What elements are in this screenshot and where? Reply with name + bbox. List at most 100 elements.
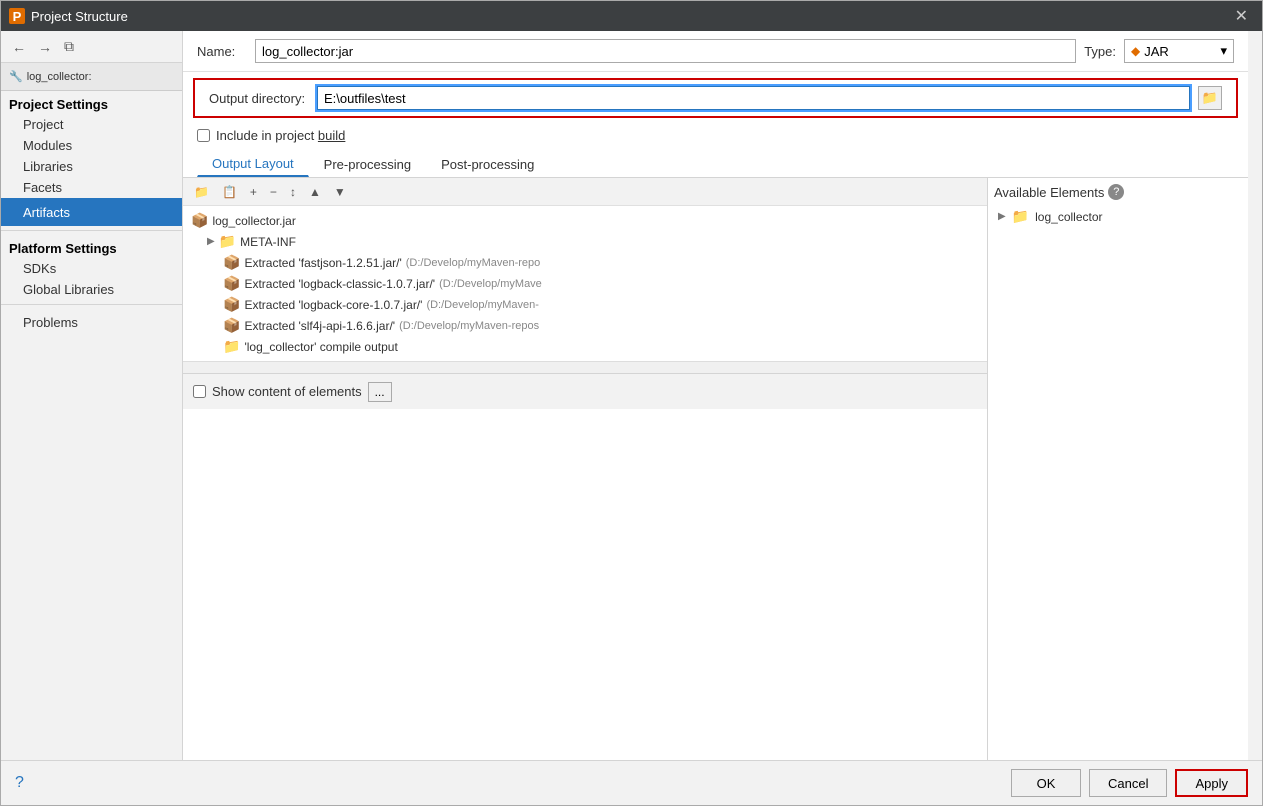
tree-item-root[interactable]: 📦 log_collector.jar — [183, 210, 987, 231]
avail-log-collector-label: log_collector — [1035, 210, 1102, 224]
type-dropdown[interactable]: ◆ JAR ▾ — [1124, 39, 1234, 63]
sidebar-item-project[interactable]: Project — [1, 114, 182, 135]
sidebar-project-tab[interactable]: 🔧 log_collector: — [1, 63, 182, 91]
nav-copy-button[interactable]: ⧉ — [59, 36, 79, 57]
available-elements-panel: Available Elements ? ▶ 📁 log_collector — [988, 178, 1248, 760]
sidebar-item-global-libraries[interactable]: Global Libraries — [1, 279, 182, 300]
artifact-name-row: Name: Type: ◆ JAR ▾ — [183, 31, 1248, 72]
slf4j-label: Extracted 'slf4j-api-1.6.6.jar/' — [244, 319, 395, 333]
jar-file-icon: 📦 — [191, 212, 208, 229]
app-icon: P — [9, 8, 25, 24]
chevron-down-icon: ▾ — [1220, 43, 1227, 59]
tree-items: 📦 log_collector.jar ▶ 📁 META-INF 📦 — [183, 206, 987, 361]
meta-inf-folder-icon: 📁 — [219, 233, 236, 250]
project-tab-icon: 🔧 — [9, 70, 23, 83]
type-dropdown-text: ◆ JAR — [1131, 44, 1169, 59]
close-button[interactable]: ✕ — [1229, 4, 1254, 28]
available-help-icon[interactable]: ? — [1108, 184, 1124, 200]
sidebar-item-artifacts[interactable]: Artifacts — [1, 198, 182, 226]
facets-label: Facets — [23, 180, 62, 195]
modules-label: Modules — [23, 138, 72, 153]
sidebar-toolbar: ← → ⧉ — [1, 31, 182, 63]
tree-up-btn[interactable]: ▲ — [304, 183, 326, 201]
tree-item-logback-core[interactable]: 📦 Extracted 'logback-core-1.0.7.jar/' (D… — [183, 294, 987, 315]
tree-toolbar: 📁 📋 + − ↕ ▲ ▼ — [183, 178, 987, 206]
logback-classic-icon: 📦 — [223, 275, 240, 292]
right-panel: Name: Type: ◆ JAR ▾ Output directory: 📁 — [183, 31, 1248, 760]
main-area: 📁 📋 + − ↕ ▲ ▼ 📦 log_collector.jar — [183, 178, 1248, 760]
compile-output-label: 'log_collector' compile output — [244, 340, 397, 354]
output-dir-input[interactable] — [317, 86, 1190, 110]
artifact-name-input[interactable] — [255, 39, 1076, 63]
avail-chevron-icon: ▶ — [998, 211, 1006, 222]
tree-item-logback-classic[interactable]: 📦 Extracted 'logback-classic-1.0.7.jar/'… — [183, 273, 987, 294]
slf4j-path: (D:/Develop/myMaven-repos — [399, 320, 539, 332]
problems-label: Problems — [23, 315, 78, 330]
output-dir-label: Output directory: — [209, 91, 309, 106]
fastjson-label: Extracted 'fastjson-1.2.51.jar/' — [244, 256, 401, 270]
name-label: Name: — [197, 44, 247, 59]
left-tree: 📁 📋 + − ↕ ▲ ▼ 📦 log_collector.jar — [183, 178, 988, 760]
tree-sort-btn[interactable]: ↕ — [285, 183, 301, 201]
tree-item-fastjson[interactable]: 📦 Extracted 'fastjson-1.2.51.jar/' (D:/D… — [183, 252, 987, 273]
sidebar-item-libraries[interactable]: Libraries — [1, 156, 182, 177]
tab-output-layout[interactable]: Output Layout — [197, 151, 309, 177]
type-value: JAR — [1144, 44, 1169, 59]
tab-post-processing[interactable]: Post-processing — [426, 152, 549, 176]
logback-core-label: Extracted 'logback-core-1.0.7.jar/' — [244, 298, 422, 312]
sidebar-item-modules[interactable]: Modules — [1, 135, 182, 156]
tree-add-btn[interactable]: + — [245, 183, 262, 201]
tab-pre-processing[interactable]: Pre-processing — [309, 152, 426, 176]
libraries-label: Libraries — [23, 159, 73, 174]
tree-item-slf4j[interactable]: 📦 Extracted 'slf4j-api-1.6.6.jar/' (D:/D… — [183, 315, 987, 336]
title-bar: P Project Structure ✕ — [1, 1, 1262, 31]
tree-item-meta-inf[interactable]: ▶ 📁 META-INF — [183, 231, 987, 252]
tree-root-label: log_collector.jar — [212, 214, 295, 228]
tree-meta-inf-label: META-INF — [240, 235, 296, 249]
main-content: ← → ⧉ 🔧 log_collector: Project Settings … — [1, 31, 1262, 760]
tree-remove-btn[interactable]: − — [265, 183, 282, 201]
vertical-scrollbar[interactable] — [1248, 31, 1262, 760]
compile-output-icon: 📁 — [223, 338, 240, 355]
chevron-right-icon: ▶ — [207, 236, 215, 247]
horizontal-scrollbar[interactable] — [183, 361, 987, 373]
platform-settings-section: Platform Settings — [1, 235, 182, 258]
tree-down-btn[interactable]: ▼ — [329, 183, 351, 201]
show-content-checkbox[interactable] — [193, 385, 206, 398]
fastjson-icon: 📦 — [223, 254, 240, 271]
tree-item-compile-output[interactable]: 📁 'log_collector' compile output — [183, 336, 987, 357]
more-button[interactable]: ... — [368, 382, 392, 402]
apply-button[interactable]: Apply — [1175, 769, 1248, 797]
logback-core-path: (D:/Develop/myMaven- — [426, 299, 538, 311]
project-structure-dialog: P Project Structure ✕ ← → ⧉ 🔧 log_collec… — [0, 0, 1263, 806]
nav-back-button[interactable]: ← — [7, 37, 31, 57]
folder-icon: 📁 — [1202, 90, 1218, 106]
sidebar-item-problems[interactable]: Problems — [1, 309, 182, 336]
tree-list-btn[interactable]: 📋 — [217, 183, 242, 201]
logback-core-icon: 📦 — [223, 296, 240, 313]
logback-classic-label: Extracted 'logback-classic-1.0.7.jar/' — [244, 277, 435, 291]
available-elements-label: Available Elements ? — [994, 184, 1242, 200]
tab-pre-processing-label: Pre-processing — [324, 157, 411, 172]
sidebar-item-facets[interactable]: Facets — [1, 177, 182, 198]
ok-button[interactable]: OK — [1011, 769, 1081, 797]
show-content-label: Show content of elements — [212, 384, 362, 399]
include-build-checkbox[interactable] — [197, 129, 210, 142]
browse-folder-button[interactable]: 📁 — [1198, 86, 1222, 110]
include-build-label: Include in project build — [216, 128, 345, 143]
global-libraries-label: Global Libraries — [23, 282, 114, 297]
tree-folder-btn[interactable]: 📁 — [189, 183, 214, 201]
avail-item-log-collector[interactable]: ▶ 📁 log_collector — [994, 206, 1242, 227]
tab-output-layout-label: Output Layout — [212, 156, 294, 171]
title-bar-left: P Project Structure — [9, 8, 128, 24]
sidebar-item-sdks[interactable]: SDKs — [1, 258, 182, 279]
project-tab-label: log_collector: — [27, 71, 92, 83]
cancel-button[interactable]: Cancel — [1089, 769, 1167, 797]
build-underline: build — [318, 128, 345, 143]
footer-help-icon[interactable]: ? — [15, 774, 24, 792]
project-label: Project — [23, 117, 63, 132]
nav-forward-button[interactable]: → — [33, 37, 57, 57]
dialog-footer: ? OK Cancel Apply — [1, 760, 1262, 805]
sidebar: ← → ⧉ 🔧 log_collector: Project Settings … — [1, 31, 183, 760]
jar-icon: ◆ — [1131, 44, 1140, 58]
